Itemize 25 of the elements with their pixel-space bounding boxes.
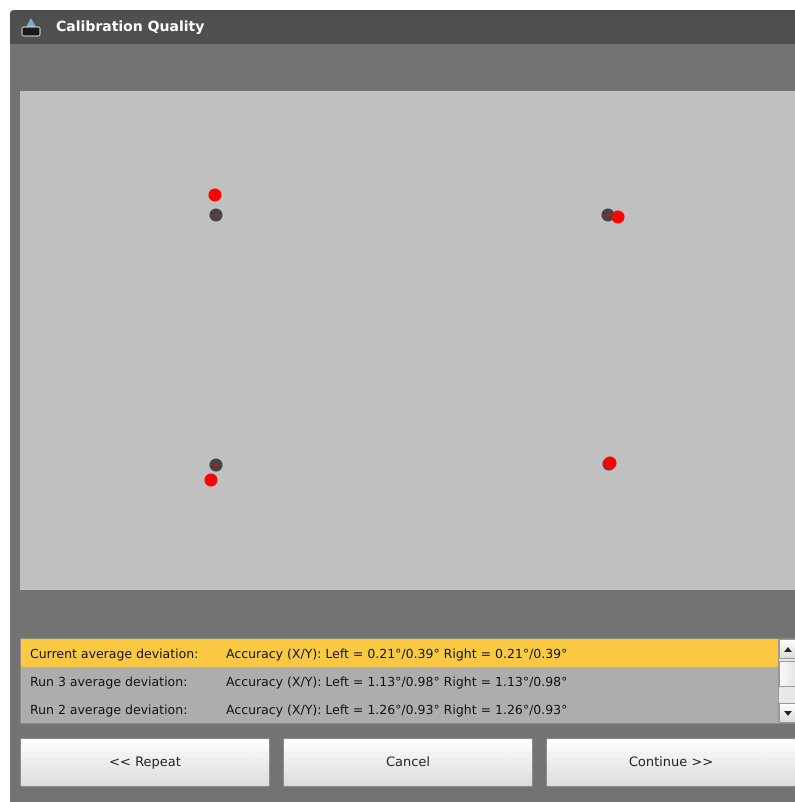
row-label: Run 3 average deviation: xyxy=(30,674,188,688)
result-row[interactable]: Run 2 average deviation: Accuracy (X/Y): Left = 1.26°/0.93° Right = 1.26°/0.93° xyxy=(21,695,778,723)
dialog-button[interactable]: Cancel xyxy=(283,738,533,787)
dialog-button[interactable]: << Repeat xyxy=(20,738,270,787)
window-title: Calibration Quality xyxy=(56,19,204,35)
row-label: Current average deviation: xyxy=(30,646,200,660)
gaze-point xyxy=(612,210,624,224)
result-row[interactable]: Run 3 average deviation: Accuracy (X/Y): Left = 1.13°/0.98° Right = 1.13°/0.98° xyxy=(21,667,778,695)
row-value: Accuracy (X/Y): Left = 1.26°/0.93° Right = 1.26°/0.93° xyxy=(226,702,568,716)
down-arrow-icon xyxy=(784,710,792,716)
app-logo-icon xyxy=(20,17,42,37)
scroll-up-button[interactable] xyxy=(779,639,795,659)
scroll-thumb[interactable] xyxy=(779,661,795,687)
gaze-point xyxy=(208,188,222,202)
scroll-down-button[interactable] xyxy=(779,703,795,723)
result-row[interactable]: Current average deviation: Accuracy (X/Y): Left = 0.21°/0.39° Right = 0.21°/0.39° xyxy=(21,639,778,667)
dialog-button[interactable]: Continue >> xyxy=(546,738,795,787)
up-arrow-icon xyxy=(784,646,792,652)
row-value: Accuracy (X/Y): Left = 1.13°/0.98° Right = 1.13°/0.98° xyxy=(226,674,568,688)
row-label: Run 2 average deviation: xyxy=(30,702,188,716)
target-marker xyxy=(210,208,222,222)
scrollbar[interactable] xyxy=(778,639,795,723)
row-value: Accuracy (X/Y): Left = 0.21°/0.39° Right = 0.21°/0.39° xyxy=(226,646,568,660)
gaze-point xyxy=(204,474,218,486)
target-marker xyxy=(210,458,222,472)
